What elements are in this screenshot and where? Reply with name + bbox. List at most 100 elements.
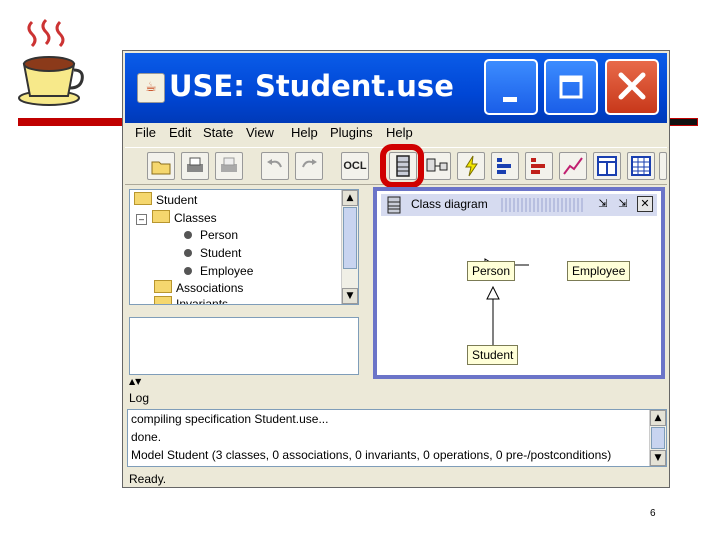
sequence-diagram-button[interactable] bbox=[491, 152, 519, 180]
class-diagram-icon bbox=[387, 196, 401, 214]
class-extent-button[interactable] bbox=[627, 152, 655, 180]
scroll-thumb[interactable] bbox=[343, 207, 357, 269]
open-folder-icon bbox=[151, 161, 171, 175]
communication-diagram-button[interactable] bbox=[525, 152, 553, 180]
scroll-up-icon[interactable]: ▲ bbox=[342, 190, 358, 206]
log-line: done. bbox=[131, 430, 162, 444]
maximize-button[interactable] bbox=[544, 59, 598, 115]
blue-bars-icon bbox=[497, 158, 511, 174]
scroll-down-icon[interactable]: ▼ bbox=[342, 288, 358, 304]
scroll-down-icon[interactable]: ▼ bbox=[650, 450, 666, 466]
undo-button[interactable] bbox=[261, 152, 289, 180]
toolbar-overflow-button[interactable] bbox=[659, 152, 667, 180]
maximize-frame-icon[interactable]: ⇲ bbox=[615, 196, 631, 212]
red-bars-icon bbox=[531, 158, 545, 174]
inheritance-arrowhead-icon bbox=[486, 285, 500, 300]
scroll-thumb[interactable] bbox=[651, 427, 665, 449]
undo-icon bbox=[267, 159, 282, 168]
open-button[interactable] bbox=[147, 152, 175, 180]
folder-icon bbox=[152, 210, 170, 223]
details-panel bbox=[129, 317, 359, 375]
coffee-cup-logo bbox=[18, 18, 84, 106]
object-properties-button[interactable] bbox=[593, 152, 621, 180]
tree-root-label: Student bbox=[156, 193, 198, 207]
print-view-button[interactable] bbox=[215, 152, 243, 180]
tree-class-item[interactable]: Student bbox=[184, 246, 241, 260]
scroll-up-icon[interactable]: ▲ bbox=[650, 410, 666, 426]
highlight-ring bbox=[380, 144, 424, 188]
evaluate-button[interactable] bbox=[457, 152, 485, 180]
close-icon bbox=[618, 72, 646, 100]
log-scrollbar[interactable]: ▲ ▼ bbox=[649, 410, 666, 466]
folder-icon bbox=[154, 280, 172, 293]
title-bar[interactable]: ☕ USE: Student.use bbox=[125, 53, 667, 123]
tree-classes-item[interactable]: – Classes bbox=[136, 210, 217, 225]
printer-icon bbox=[187, 157, 203, 172]
java-cup-icon: ☕ bbox=[137, 73, 165, 103]
menu-view[interactable]: View bbox=[246, 125, 274, 140]
state-chart-button[interactable] bbox=[559, 152, 587, 180]
collapse-toggle-icon: – bbox=[136, 214, 147, 225]
class-diagram-canvas[interactable] bbox=[377, 217, 661, 375]
class-node[interactable]: Employee bbox=[567, 261, 631, 281]
status-bar: Ready. bbox=[127, 471, 667, 487]
log-title: Log bbox=[129, 391, 150, 405]
tree-class-item[interactable]: Employee bbox=[184, 264, 253, 278]
folder-icon bbox=[154, 296, 172, 304]
divider-arrows-icon[interactable]: ▲▼ bbox=[129, 377, 141, 386]
tree-associations-label: Associations bbox=[176, 281, 244, 295]
minimize-icon bbox=[503, 97, 517, 102]
tree-class-item[interactable]: Person bbox=[184, 228, 238, 242]
tree-class-label: Employee bbox=[200, 264, 254, 278]
tree-invariants-item[interactable]: Invariants bbox=[154, 296, 229, 305]
status-text: Ready. bbox=[129, 472, 167, 486]
menu-bar: File Edit State View Help Plugins Help bbox=[125, 125, 667, 145]
menu-state[interactable]: State bbox=[203, 125, 233, 140]
split-pane-divider[interactable]: ▲▼ bbox=[125, 377, 667, 387]
class-bullet-icon bbox=[184, 231, 192, 239]
ocl-button[interactable]: OCL bbox=[341, 152, 369, 180]
class-diagram-title: Class diagram bbox=[411, 197, 488, 211]
minimize-button[interactable] bbox=[484, 59, 538, 115]
folder-icon bbox=[134, 192, 152, 205]
tree-classes-label: Classes bbox=[174, 211, 217, 225]
close-button[interactable] bbox=[605, 59, 659, 115]
printer-gray-icon bbox=[221, 157, 237, 172]
class-diagram-titlebar[interactable]: Class diagram ⇲ ⇲ ✕ bbox=[381, 194, 657, 216]
menu-plugins[interactable]: Plugins bbox=[330, 125, 373, 140]
tree-scrollbar[interactable]: ▲ ▼ bbox=[341, 190, 358, 304]
maximize-icon bbox=[559, 75, 583, 99]
log-line: compiling specification Student.use... bbox=[131, 412, 329, 426]
print-button[interactable] bbox=[181, 152, 209, 180]
menu-help[interactable]: Help bbox=[291, 125, 318, 140]
tree-invariants-label: Invariants bbox=[176, 297, 229, 305]
window-panel-icon bbox=[597, 156, 617, 176]
use-window: ☕ USE: Student.use File Edit State View … bbox=[122, 50, 670, 488]
titlebar-grip bbox=[501, 198, 585, 212]
tree-root-item[interactable]: Student bbox=[134, 192, 197, 207]
window-title: USE: Student.use bbox=[169, 69, 454, 103]
table-icon bbox=[631, 156, 651, 176]
menu-file[interactable]: File bbox=[135, 125, 156, 140]
class-node[interactable]: Person bbox=[467, 261, 516, 281]
model-browser-tree[interactable]: Student – Classes Person Student Employee… bbox=[129, 189, 359, 305]
redo-button[interactable] bbox=[295, 152, 323, 180]
menu-help-2[interactable]: Help bbox=[386, 125, 413, 140]
close-frame-icon[interactable]: ✕ bbox=[637, 196, 653, 212]
log-panel[interactable]: compiling specification Student.use... d… bbox=[127, 409, 667, 467]
object-diagram-icon bbox=[426, 158, 448, 172]
redo-icon bbox=[302, 159, 317, 168]
log-line: Model Student (3 classes, 0 associations… bbox=[131, 448, 612, 462]
page-number: 6 bbox=[650, 508, 656, 519]
menu-edit[interactable]: Edit bbox=[169, 125, 191, 140]
lightning-icon bbox=[465, 155, 478, 177]
iconify-icon[interactable]: ⇲ bbox=[595, 196, 611, 212]
tree-class-label: Person bbox=[200, 228, 239, 242]
object-diagram-button[interactable] bbox=[423, 152, 451, 180]
class-node[interactable]: Student bbox=[467, 345, 519, 365]
class-bullet-icon bbox=[184, 267, 192, 275]
tree-associations-item[interactable]: Associations bbox=[154, 280, 243, 295]
tree-class-label: Student bbox=[200, 246, 242, 260]
log-header: Log bbox=[125, 389, 667, 409]
chart-lines-icon bbox=[563, 157, 583, 175]
